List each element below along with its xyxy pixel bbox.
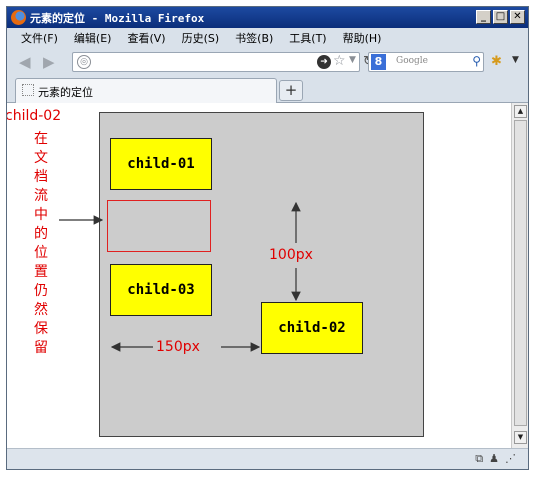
- menu-bar: 文件(F) 编辑(E) 查看(V) 历史(S) 书签(B) 工具(T) 帮助(H…: [7, 28, 528, 48]
- url-bar[interactable]: ◎ ➜ ☆ ▼ ↻: [72, 52, 374, 72]
- status-icons: ⧉ ♟ ⋰: [475, 452, 516, 466]
- bookmark-star-icon[interactable]: ☆: [333, 53, 346, 69]
- minimize-button[interactable]: _: [476, 10, 491, 24]
- search-magnifier-icon[interactable]: ⚲: [472, 54, 481, 68]
- maximize-button[interactable]: □: [493, 10, 508, 24]
- scroll-down-icon[interactable]: ▼: [514, 431, 527, 444]
- go-icon[interactable]: ➜: [317, 55, 331, 69]
- menu-edit[interactable]: 编辑(E): [74, 30, 112, 46]
- close-button[interactable]: ✕: [510, 10, 525, 24]
- menu-help[interactable]: 帮助(H): [343, 30, 382, 46]
- menu-view[interactable]: 查看(V): [127, 30, 165, 46]
- search-bar[interactable]: 8 Google ⚲: [368, 52, 484, 72]
- menu-file[interactable]: 文件(F): [21, 30, 58, 46]
- window-title: 元素的定位 - Mozilla Firefox: [30, 12, 205, 25]
- status-bar: ⧉ ♟ ⋰: [7, 448, 528, 469]
- window-icon[interactable]: ⧉: [475, 452, 483, 466]
- scroll-thumb[interactable]: [514, 120, 527, 426]
- resize-grip-icon[interactable]: ⋰: [505, 452, 516, 466]
- scroll-up-icon[interactable]: ▲: [514, 105, 527, 118]
- google-engine-icon[interactable]: 8: [371, 54, 386, 70]
- tab-label: 元素的定位: [38, 86, 93, 99]
- search-input[interactable]: Google: [396, 56, 428, 66]
- firefox-logo-icon: [11, 10, 26, 25]
- title-bar[interactable]: 元素的定位 - Mozilla Firefox _ □ ✕: [7, 7, 528, 28]
- browser-window: 元素的定位 - Mozilla Firefox _ □ ✕ 文件(F) 编辑(E…: [6, 6, 529, 470]
- forward-arrow-icon[interactable]: ▶: [43, 53, 55, 71]
- navigation-toolbar: ◀ ▶ ◎ ➜ ☆ ▼ ↻ 8 Google ⚲ ✱ ▼: [7, 48, 528, 76]
- url-dropdown-icon[interactable]: ▼: [349, 55, 356, 65]
- addon-icon[interactable]: ✱: [491, 54, 502, 69]
- tab-strip: 元素的定位 +: [7, 76, 528, 103]
- window-controls: _ □ ✕: [476, 10, 525, 24]
- page-favicon-icon: [22, 84, 34, 96]
- globe-icon: ◎: [77, 55, 91, 69]
- back-arrow-icon[interactable]: ◀: [19, 53, 31, 71]
- menu-tools[interactable]: 工具(T): [289, 30, 326, 46]
- page-viewport: child-02 在 文 档 流 中 的 位 置 仍 然 保 留 child-0…: [7, 103, 511, 448]
- user-icon[interactable]: ♟: [489, 452, 499, 466]
- tab-element-positioning[interactable]: 元素的定位: [15, 78, 277, 103]
- new-tab-button[interactable]: +: [279, 80, 303, 101]
- dimension-arrows: [59, 201, 301, 352]
- menu-history[interactable]: 历史(S): [182, 30, 220, 46]
- menu-bookmarks[interactable]: 书签(B): [235, 30, 273, 46]
- vertical-scrollbar[interactable]: ▲ ▼: [511, 103, 528, 448]
- toolbar-menu-arrow-icon[interactable]: ▼: [512, 55, 519, 65]
